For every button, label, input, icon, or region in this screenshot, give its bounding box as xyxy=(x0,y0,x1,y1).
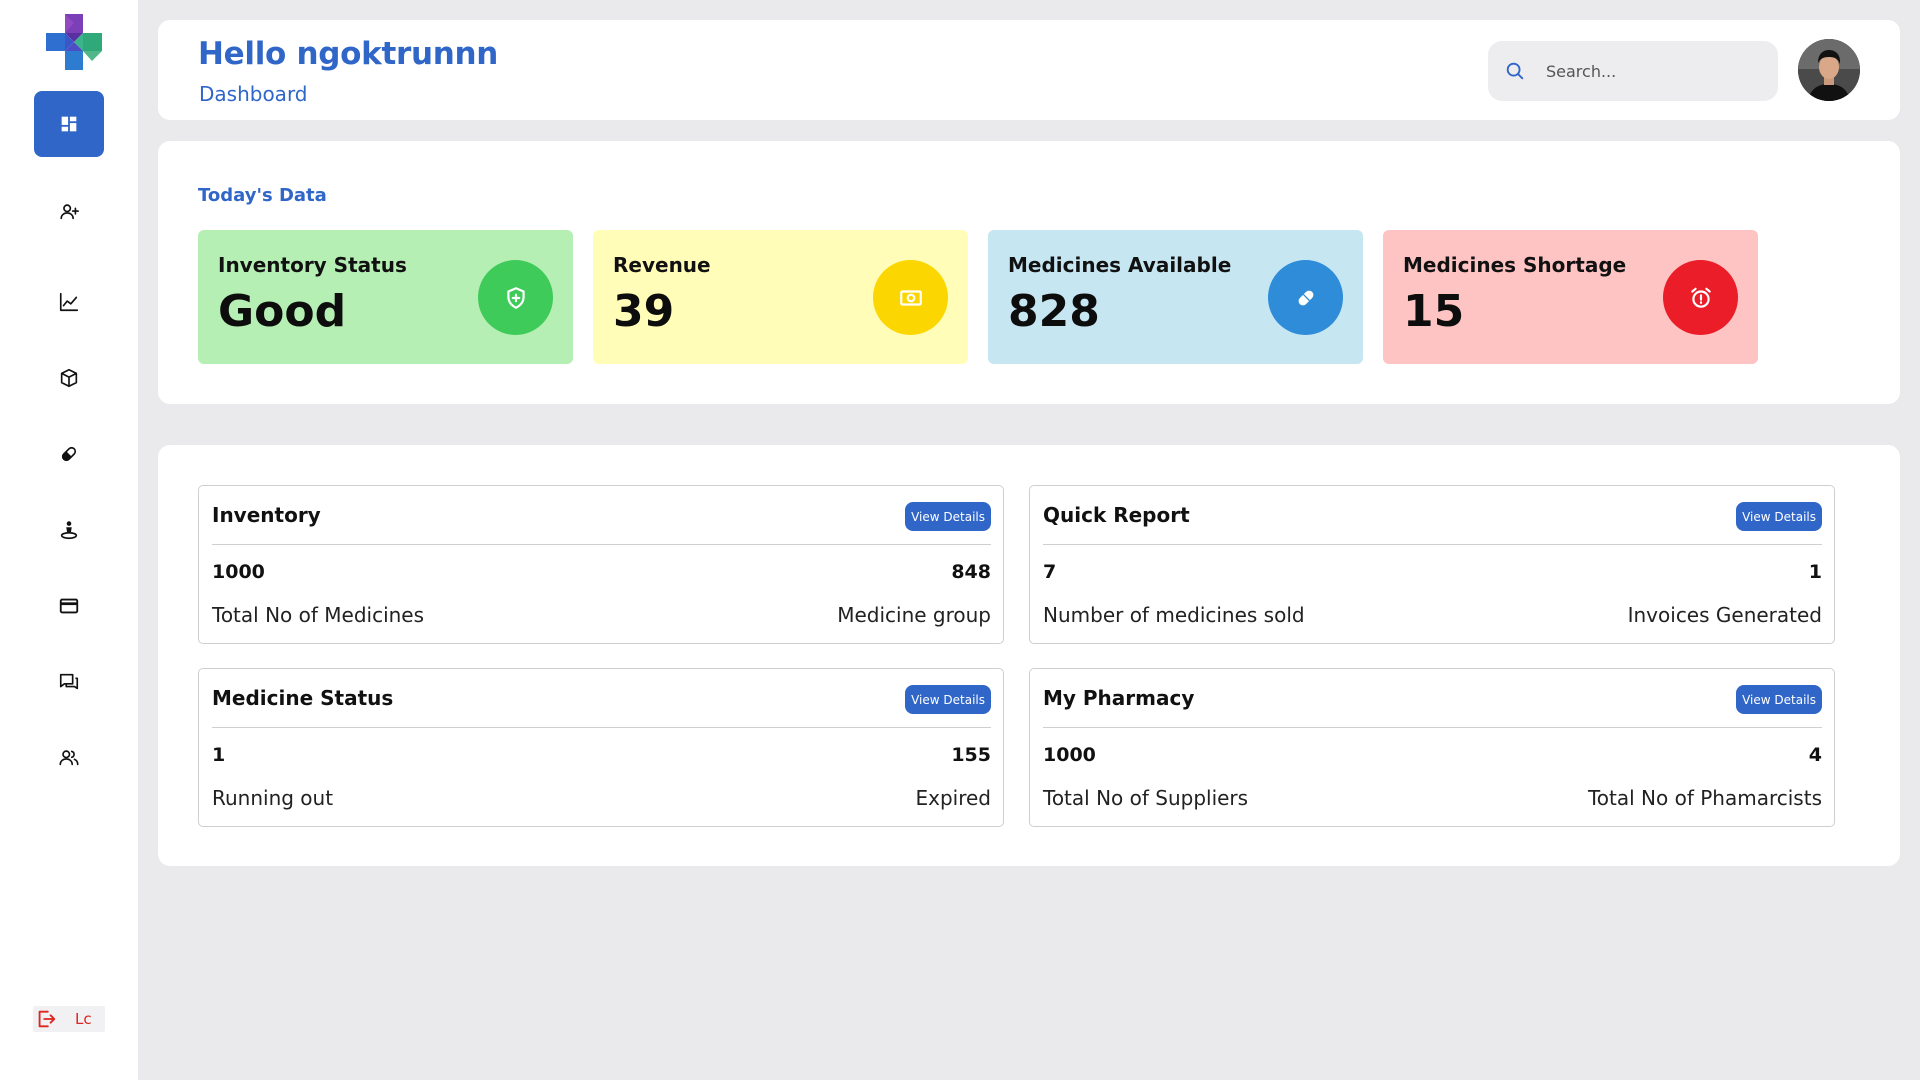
shield-plus-icon xyxy=(478,260,553,335)
divider xyxy=(1043,727,1822,728)
medicine-status-card: Medicine Status View Details 1 155 Runni… xyxy=(198,668,1004,827)
metric-label: Total No of Medicines xyxy=(212,603,425,627)
stat-value: 828 xyxy=(1008,286,1100,337)
metric-value: 1 xyxy=(212,744,226,766)
details-panel: Inventory View Details 1000 848 Total No… xyxy=(158,445,1900,866)
sidebar-item-location[interactable] xyxy=(34,497,104,563)
stat-value: 15 xyxy=(1403,286,1465,337)
greeting-title: Hello ngoktrunnn xyxy=(198,36,499,72)
stat-label: Medicines Available xyxy=(1008,253,1232,277)
metric-value: 848 xyxy=(951,561,991,583)
card-title: Medicine Status xyxy=(212,686,394,710)
alarm-icon xyxy=(1663,260,1738,335)
header: Hello ngoktrunnn Dashboard xyxy=(158,20,1900,120)
metric-label: Number of medicines sold xyxy=(1043,603,1305,627)
sidebar-item-add-user[interactable] xyxy=(34,179,104,245)
logout-label: Lc xyxy=(75,1010,92,1028)
quick-report-card: Quick Report View Details 7 1 Number of … xyxy=(1029,485,1835,644)
metric-value: 1 xyxy=(1808,561,1822,583)
metric-value: 155 xyxy=(951,744,991,766)
metric-value: 4 xyxy=(1808,744,1822,766)
search-icon xyxy=(1506,62,1524,80)
metric-value: 1000 xyxy=(212,561,265,583)
my-pharmacy-card: My Pharmacy View Details 1000 4 Total No… xyxy=(1029,668,1835,827)
view-details-button[interactable]: View Details xyxy=(1736,502,1822,531)
metric-label: Total No of Phamarcists xyxy=(1587,786,1822,810)
todays-data-panel: Today's Data Inventory Status Good Reven… xyxy=(158,141,1900,404)
inventory-card: Inventory View Details 1000 848 Total No… xyxy=(198,485,1004,644)
card-title: Quick Report xyxy=(1043,503,1190,527)
avatar[interactable] xyxy=(1798,39,1860,101)
search-input[interactable] xyxy=(1546,61,1746,81)
sidebar-item-payments[interactable] xyxy=(34,573,104,639)
view-details-button[interactable]: View Details xyxy=(1736,685,1822,714)
divider xyxy=(212,727,991,728)
medicines-available-card[interactable]: Medicines Available 828 xyxy=(988,230,1363,364)
sidebar-item-users[interactable] xyxy=(34,725,104,791)
medicines-shortage-card[interactable]: Medicines Shortage 15 xyxy=(1383,230,1758,364)
divider xyxy=(1043,544,1822,545)
stat-label: Revenue xyxy=(613,253,711,277)
divider xyxy=(212,544,991,545)
money-icon xyxy=(873,260,948,335)
metric-label: Invoices Generated xyxy=(1627,603,1822,627)
medical-cross-logo[interactable] xyxy=(46,14,102,70)
view-details-button[interactable]: View Details xyxy=(905,502,991,531)
person-location-icon xyxy=(60,521,78,540)
pill-icon xyxy=(1268,260,1343,335)
sidebar: Lc xyxy=(0,0,138,1080)
stat-value: Good xyxy=(218,286,347,337)
inventory-status-card[interactable]: Inventory Status Good xyxy=(198,230,573,364)
card-title: Inventory xyxy=(212,503,321,527)
card-title: My Pharmacy xyxy=(1043,686,1195,710)
users-icon xyxy=(59,750,79,766)
sidebar-item-dashboard[interactable] xyxy=(34,91,104,157)
metric-label: Expired xyxy=(915,786,991,810)
metric-value: 1000 xyxy=(1043,744,1096,766)
stat-value: 39 xyxy=(613,286,675,337)
sidebar-item-inventory[interactable] xyxy=(34,345,104,411)
logout-button[interactable]: Lc xyxy=(33,1006,105,1032)
stat-label: Inventory Status xyxy=(218,253,407,277)
sidebar-item-analytics[interactable] xyxy=(34,269,104,335)
chat-icon xyxy=(59,673,79,690)
metric-label: Medicine group xyxy=(837,603,991,627)
dashboard-icon xyxy=(61,116,77,132)
box-icon xyxy=(60,368,78,388)
view-details-button[interactable]: View Details xyxy=(905,685,991,714)
search-bar[interactable] xyxy=(1488,41,1778,101)
section-title: Today's Data xyxy=(198,185,327,206)
credit-card-icon xyxy=(59,598,79,614)
add-user-icon xyxy=(60,204,79,220)
revenue-card[interactable]: Revenue 39 xyxy=(593,230,968,364)
metric-label: Running out xyxy=(212,786,334,810)
metric-label: Total No of Suppliers xyxy=(1043,786,1249,810)
pill-icon xyxy=(61,446,77,462)
sidebar-item-medicines[interactable] xyxy=(34,421,104,487)
stat-label: Medicines Shortage xyxy=(1403,253,1627,277)
page-subtitle: Dashboard xyxy=(199,82,308,106)
sidebar-item-messages[interactable] xyxy=(34,649,104,715)
metric-value: 7 xyxy=(1043,561,1057,583)
line-chart-icon xyxy=(59,292,79,312)
logout-icon xyxy=(38,1010,56,1028)
